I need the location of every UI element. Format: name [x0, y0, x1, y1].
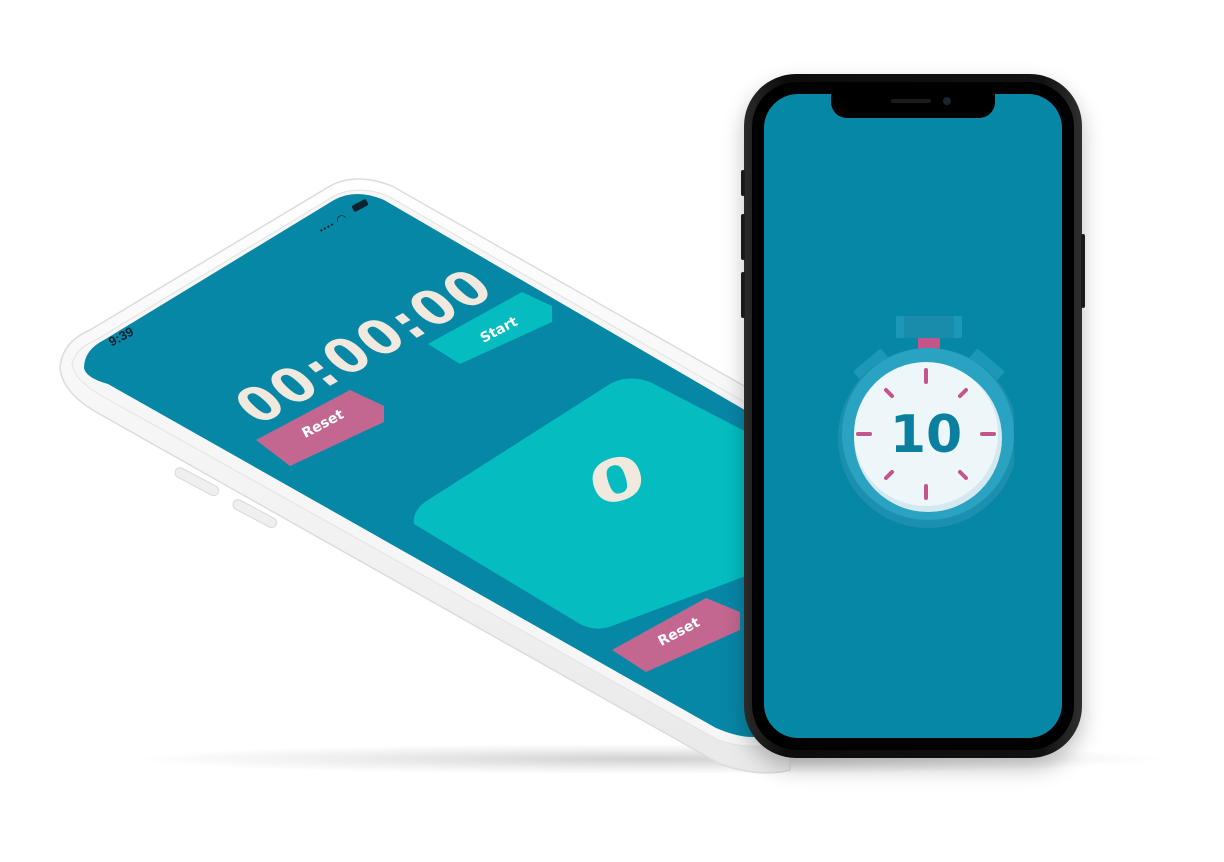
mockup-stage: 9:39 ◠ 00:00:00 Start Reset Reset 0 10	[0, 0, 1224, 862]
notch	[831, 94, 995, 118]
upright-screen: 10	[764, 94, 1062, 738]
power-button	[1081, 234, 1085, 308]
front-camera	[943, 97, 951, 105]
silent-switch	[741, 170, 745, 196]
speaker-grille	[891, 99, 931, 103]
upright-phone: 10	[741, 74, 1085, 758]
volume-down-button	[741, 272, 745, 318]
stopwatch-icon: 10	[838, 316, 1014, 528]
stopwatch-number: 10	[890, 405, 962, 465]
volume-up-button	[741, 214, 745, 260]
